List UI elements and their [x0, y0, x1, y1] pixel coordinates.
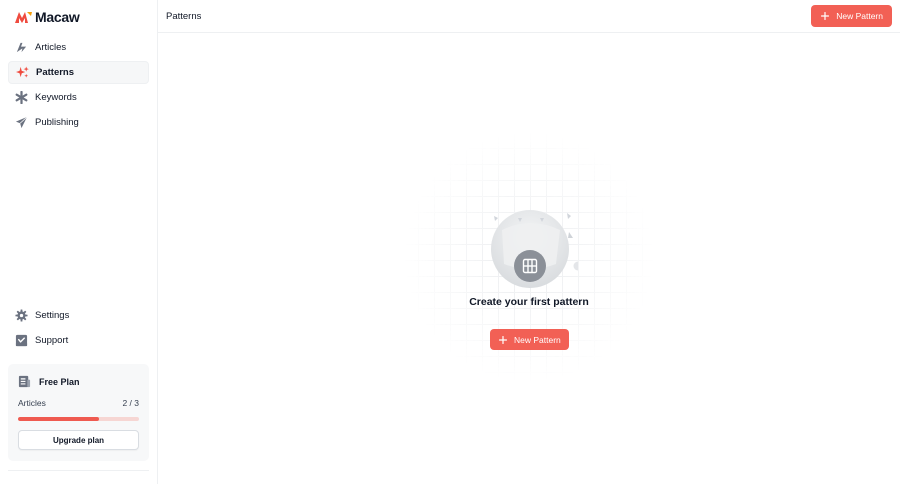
sidebar-bottom-nav: Settings Support	[8, 304, 149, 354]
top-bar: Patterns New Pattern	[158, 0, 900, 33]
bolt-icon	[15, 41, 28, 54]
asterisk-icon	[15, 91, 28, 104]
sidebar-item-label: Patterns	[36, 67, 75, 78]
upgrade-plan-button[interactable]: Upgrade plan	[18, 430, 139, 450]
newspaper-icon	[18, 375, 31, 388]
sidebar-item-label: Articles	[35, 42, 67, 53]
sparkles-icon	[16, 66, 29, 79]
plan-usage-count: 2 / 3	[122, 398, 139, 408]
plus-icon	[499, 335, 507, 344]
plan-title: Free Plan	[39, 376, 80, 387]
new-pattern-button[interactable]: New Pattern	[811, 5, 892, 27]
sidebar: Macaw Articles Patterns Keywords Publish…	[0, 0, 158, 484]
sidebar-item-support[interactable]: Support	[8, 329, 149, 352]
empty-state-illustration	[491, 210, 578, 288]
support-icon	[15, 334, 28, 347]
plan-usage-row: Articles 2 / 3	[18, 398, 139, 408]
sidebar-item-settings[interactable]: Settings	[8, 304, 149, 327]
sidebar-item-label: Publishing	[35, 117, 79, 128]
empty-state: Create your first pattern New Pattern	[402, 132, 656, 392]
sidebar-item-patterns[interactable]: Patterns	[8, 61, 149, 84]
plan-progress-bar	[18, 417, 139, 421]
sidebar-divider	[8, 470, 149, 471]
sidebar-item-articles[interactable]: Articles	[8, 36, 149, 59]
plan-progress-fill	[18, 417, 100, 421]
plus-icon	[821, 12, 830, 20]
sidebar-nav: Articles Patterns Keywords Publishing	[8, 36, 149, 136]
sidebar-item-label: Settings	[35, 310, 70, 321]
sidebar-item-keywords[interactable]: Keywords	[8, 86, 149, 109]
sidebar-item-label: Keywords	[35, 92, 77, 103]
app-logo[interactable]: Macaw	[15, 9, 80, 25]
app-name: Macaw	[35, 9, 80, 25]
page-title: Patterns	[166, 11, 202, 22]
empty-state-title: Create your first pattern	[469, 296, 589, 308]
paper-plane-icon	[15, 116, 28, 129]
sidebar-item-publishing[interactable]: Publishing	[8, 111, 149, 134]
macaw-logo-icon	[15, 12, 32, 23]
gear-icon	[15, 309, 28, 322]
sidebar-item-label: Support	[35, 335, 69, 346]
plan-card: Free Plan Articles 2 / 3 Upgrade plan	[8, 364, 149, 461]
new-pattern-button-label: New Pattern	[836, 11, 883, 21]
empty-state-new-pattern-button[interactable]: New Pattern	[490, 329, 569, 350]
empty-state-button-label: New Pattern	[514, 334, 561, 345]
plan-usage-label: Articles	[18, 398, 46, 408]
plan-header: Free Plan	[18, 375, 80, 388]
